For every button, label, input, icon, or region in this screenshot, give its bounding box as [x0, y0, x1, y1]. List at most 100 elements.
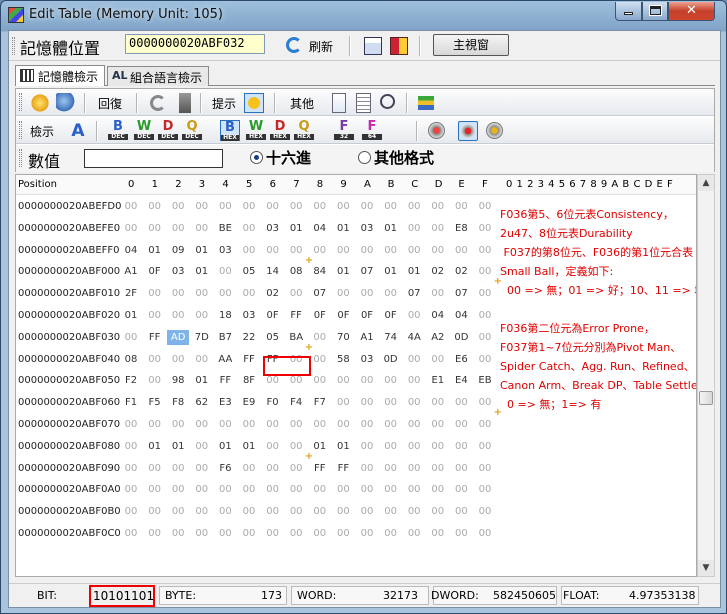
byte-cell[interactable]: 00	[120, 504, 142, 519]
byte-cell[interactable]: 00	[403, 373, 425, 388]
byte-cell[interactable]: 00	[238, 482, 260, 497]
byte-cell[interactable]: 00	[380, 395, 402, 410]
byte-cell[interactable]: 0F	[144, 264, 166, 279]
byte-cell[interactable]: 04	[450, 308, 472, 323]
byte-cell[interactable]: 00	[427, 395, 449, 410]
scroll-down-icon[interactable]: ▼	[698, 560, 714, 576]
value-input[interactable]	[84, 149, 223, 168]
byte-cell[interactable]: 8F	[238, 373, 260, 388]
byte-cell[interactable]: 00	[309, 526, 331, 541]
byte-cell[interactable]: 00	[309, 504, 331, 519]
byte-cell[interactable]: 03	[214, 243, 236, 258]
byte-cell[interactable]: 00	[144, 352, 166, 367]
byte-cell[interactable]: 00	[167, 417, 189, 432]
byte-cell[interactable]: 4A	[403, 330, 425, 345]
byte-cell[interactable]: F7	[309, 395, 331, 410]
byte-cell[interactable]: 07	[356, 264, 378, 279]
byte-cell[interactable]: 00	[356, 395, 378, 410]
byte-cell[interactable]: 0D	[380, 352, 402, 367]
byte-cell[interactable]: 00	[214, 504, 236, 519]
byte-cell[interactable]: 00	[403, 199, 425, 214]
byte-cell[interactable]: 00	[285, 504, 307, 519]
byte-cell[interactable]: FF	[238, 352, 260, 367]
byte-cell[interactable]: 01	[380, 264, 402, 279]
byte-cell[interactable]: 05	[238, 264, 260, 279]
format-chip-f-32[interactable]: F 32	[334, 120, 354, 141]
byte-cell[interactable]: 00	[309, 373, 331, 388]
close-button[interactable]: ✕	[668, 2, 715, 21]
byte-cell[interactable]: E8	[450, 221, 472, 236]
byte-cell[interactable]: 00	[120, 330, 142, 345]
byte-cell[interactable]: 03	[262, 221, 284, 236]
byte-cell[interactable]: 01	[144, 243, 166, 258]
byte-cell[interactable]: 00	[332, 286, 354, 301]
byte-cell[interactable]: 14	[262, 264, 284, 279]
byte-cell[interactable]: 00	[356, 439, 378, 454]
refresh-button[interactable]: 刷新	[309, 38, 333, 55]
table-view-icon[interactable]	[364, 37, 382, 55]
byte-cell[interactable]: 00	[120, 439, 142, 454]
byte-cell[interactable]: 00	[214, 526, 236, 541]
byte-cell[interactable]: 00	[144, 199, 166, 214]
byte-cell[interactable]: 04	[120, 243, 142, 258]
byte-cell[interactable]: 00	[427, 461, 449, 476]
byte-cell[interactable]: 00	[191, 482, 213, 497]
byte-cell[interactable]: 00	[474, 199, 496, 214]
byte-cell[interactable]: 00	[474, 352, 496, 367]
byte-cell[interactable]: 00	[427, 221, 449, 236]
maximize-button[interactable]	[642, 2, 668, 21]
byte-cell[interactable]: FF	[214, 373, 236, 388]
byte-cell[interactable]: 01	[120, 308, 142, 323]
memory-address-input[interactable]: 0000000020ABF032	[125, 34, 265, 54]
byte-cell[interactable]: 00	[238, 286, 260, 301]
byte-cell[interactable]: 00	[450, 417, 472, 432]
byte-cell[interactable]: 00	[332, 526, 354, 541]
tab-assembly-view[interactable]: AL 組合語言檢示	[107, 66, 210, 86]
hex-radio[interactable]	[250, 151, 263, 164]
byte-cell[interactable]: 03	[356, 352, 378, 367]
byte-cell[interactable]: 00	[262, 482, 284, 497]
byte-cell[interactable]: 00	[356, 504, 378, 519]
byte-cell[interactable]: 00	[309, 352, 331, 367]
byte-cell[interactable]: 00	[474, 461, 496, 476]
byte-cell[interactable]: 98	[167, 373, 189, 388]
byte-cell[interactable]: 00	[144, 482, 166, 497]
byte-cell[interactable]: 00	[120, 199, 142, 214]
byte-cell[interactable]: 01	[167, 439, 189, 454]
byte-cell[interactable]: 84	[309, 264, 331, 279]
hex-radio-label[interactable]: 十六進	[266, 147, 311, 168]
byte-cell[interactable]: EB	[474, 373, 496, 388]
tab-memory-view[interactable]: 記憶體檢示	[15, 65, 106, 86]
byte-cell[interactable]: 00	[144, 221, 166, 236]
toolbar-grip[interactable]	[19, 93, 22, 111]
byte-cell[interactable]: 0F	[262, 308, 284, 323]
byte-cell[interactable]: 00	[403, 526, 425, 541]
byte-cell[interactable]: 00	[191, 417, 213, 432]
hint-sun-icon[interactable]	[244, 93, 264, 113]
byte-cell[interactable]: 00	[332, 417, 354, 432]
byte-cell[interactable]: 00	[332, 199, 354, 214]
byte-cell[interactable]: 01	[403, 264, 425, 279]
byte-cell[interactable]: 00	[214, 199, 236, 214]
byte-cell[interactable]: 00	[144, 373, 166, 388]
byte-cell[interactable]: 00	[356, 373, 378, 388]
byte-cell[interactable]: 00	[191, 526, 213, 541]
byte-cell[interactable]: 07	[309, 286, 331, 301]
byte-cell[interactable]: 00	[120, 461, 142, 476]
byte-cell[interactable]: 00	[356, 482, 378, 497]
other-format-radio-label[interactable]: 其他格式	[374, 147, 434, 168]
byte-cell[interactable]: 00	[380, 286, 402, 301]
byte-cell[interactable]: 00	[380, 461, 402, 476]
byte-cell[interactable]: 01	[214, 439, 236, 454]
byte-cell[interactable]: 00	[120, 526, 142, 541]
byte-cell[interactable]: 00	[238, 199, 260, 214]
byte-cell[interactable]: 0F	[309, 308, 331, 323]
byte-cell[interactable]: 00	[450, 395, 472, 410]
byte-cell[interactable]: 01	[144, 439, 166, 454]
byte-cell[interactable]: 00	[262, 461, 284, 476]
byte-cell[interactable]: 00	[214, 264, 236, 279]
byte-cell[interactable]: 01	[191, 373, 213, 388]
format-chip-d-dec[interactable]: D DEC	[158, 120, 178, 141]
byte-cell[interactable]: 00	[238, 417, 260, 432]
byte-cell[interactable]: 00	[356, 417, 378, 432]
